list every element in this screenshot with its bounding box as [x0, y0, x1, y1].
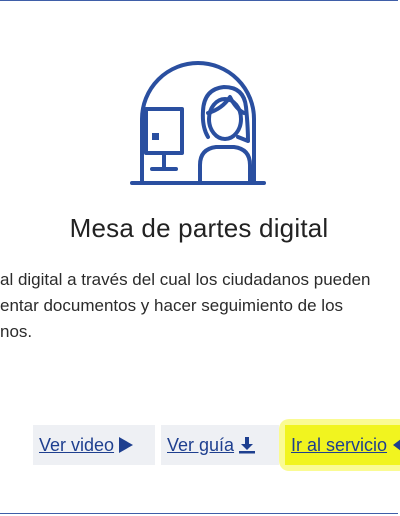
watch-video-label: Ver video: [39, 434, 115, 455]
go-to-service-link[interactable]: Ir al servicio: [285, 425, 400, 465]
card-description: al digital a través del cual los ciudada…: [0, 267, 400, 345]
card-title: Mesa de partes digital: [69, 213, 329, 243]
description-line-2: entar documentos y hacer seguimiento de …: [0, 296, 344, 315]
arrow-right-icon: [391, 436, 400, 454]
play-icon: [118, 436, 134, 454]
download-icon: [238, 436, 256, 454]
go-to-service-label: Ir al servicio: [291, 434, 388, 455]
watch-video-link[interactable]: Ver video: [33, 425, 155, 465]
person-at-desk-window-icon: [130, 61, 266, 185]
view-guide-label: Ver guía: [167, 434, 235, 455]
view-guide-link[interactable]: Ver guía: [161, 425, 279, 465]
description-line-1: al digital a través del cual los ciudada…: [0, 270, 371, 289]
description-line-3: nos.: [0, 322, 33, 341]
service-card: Mesa de partes digital al digital a trav…: [0, 0, 400, 514]
